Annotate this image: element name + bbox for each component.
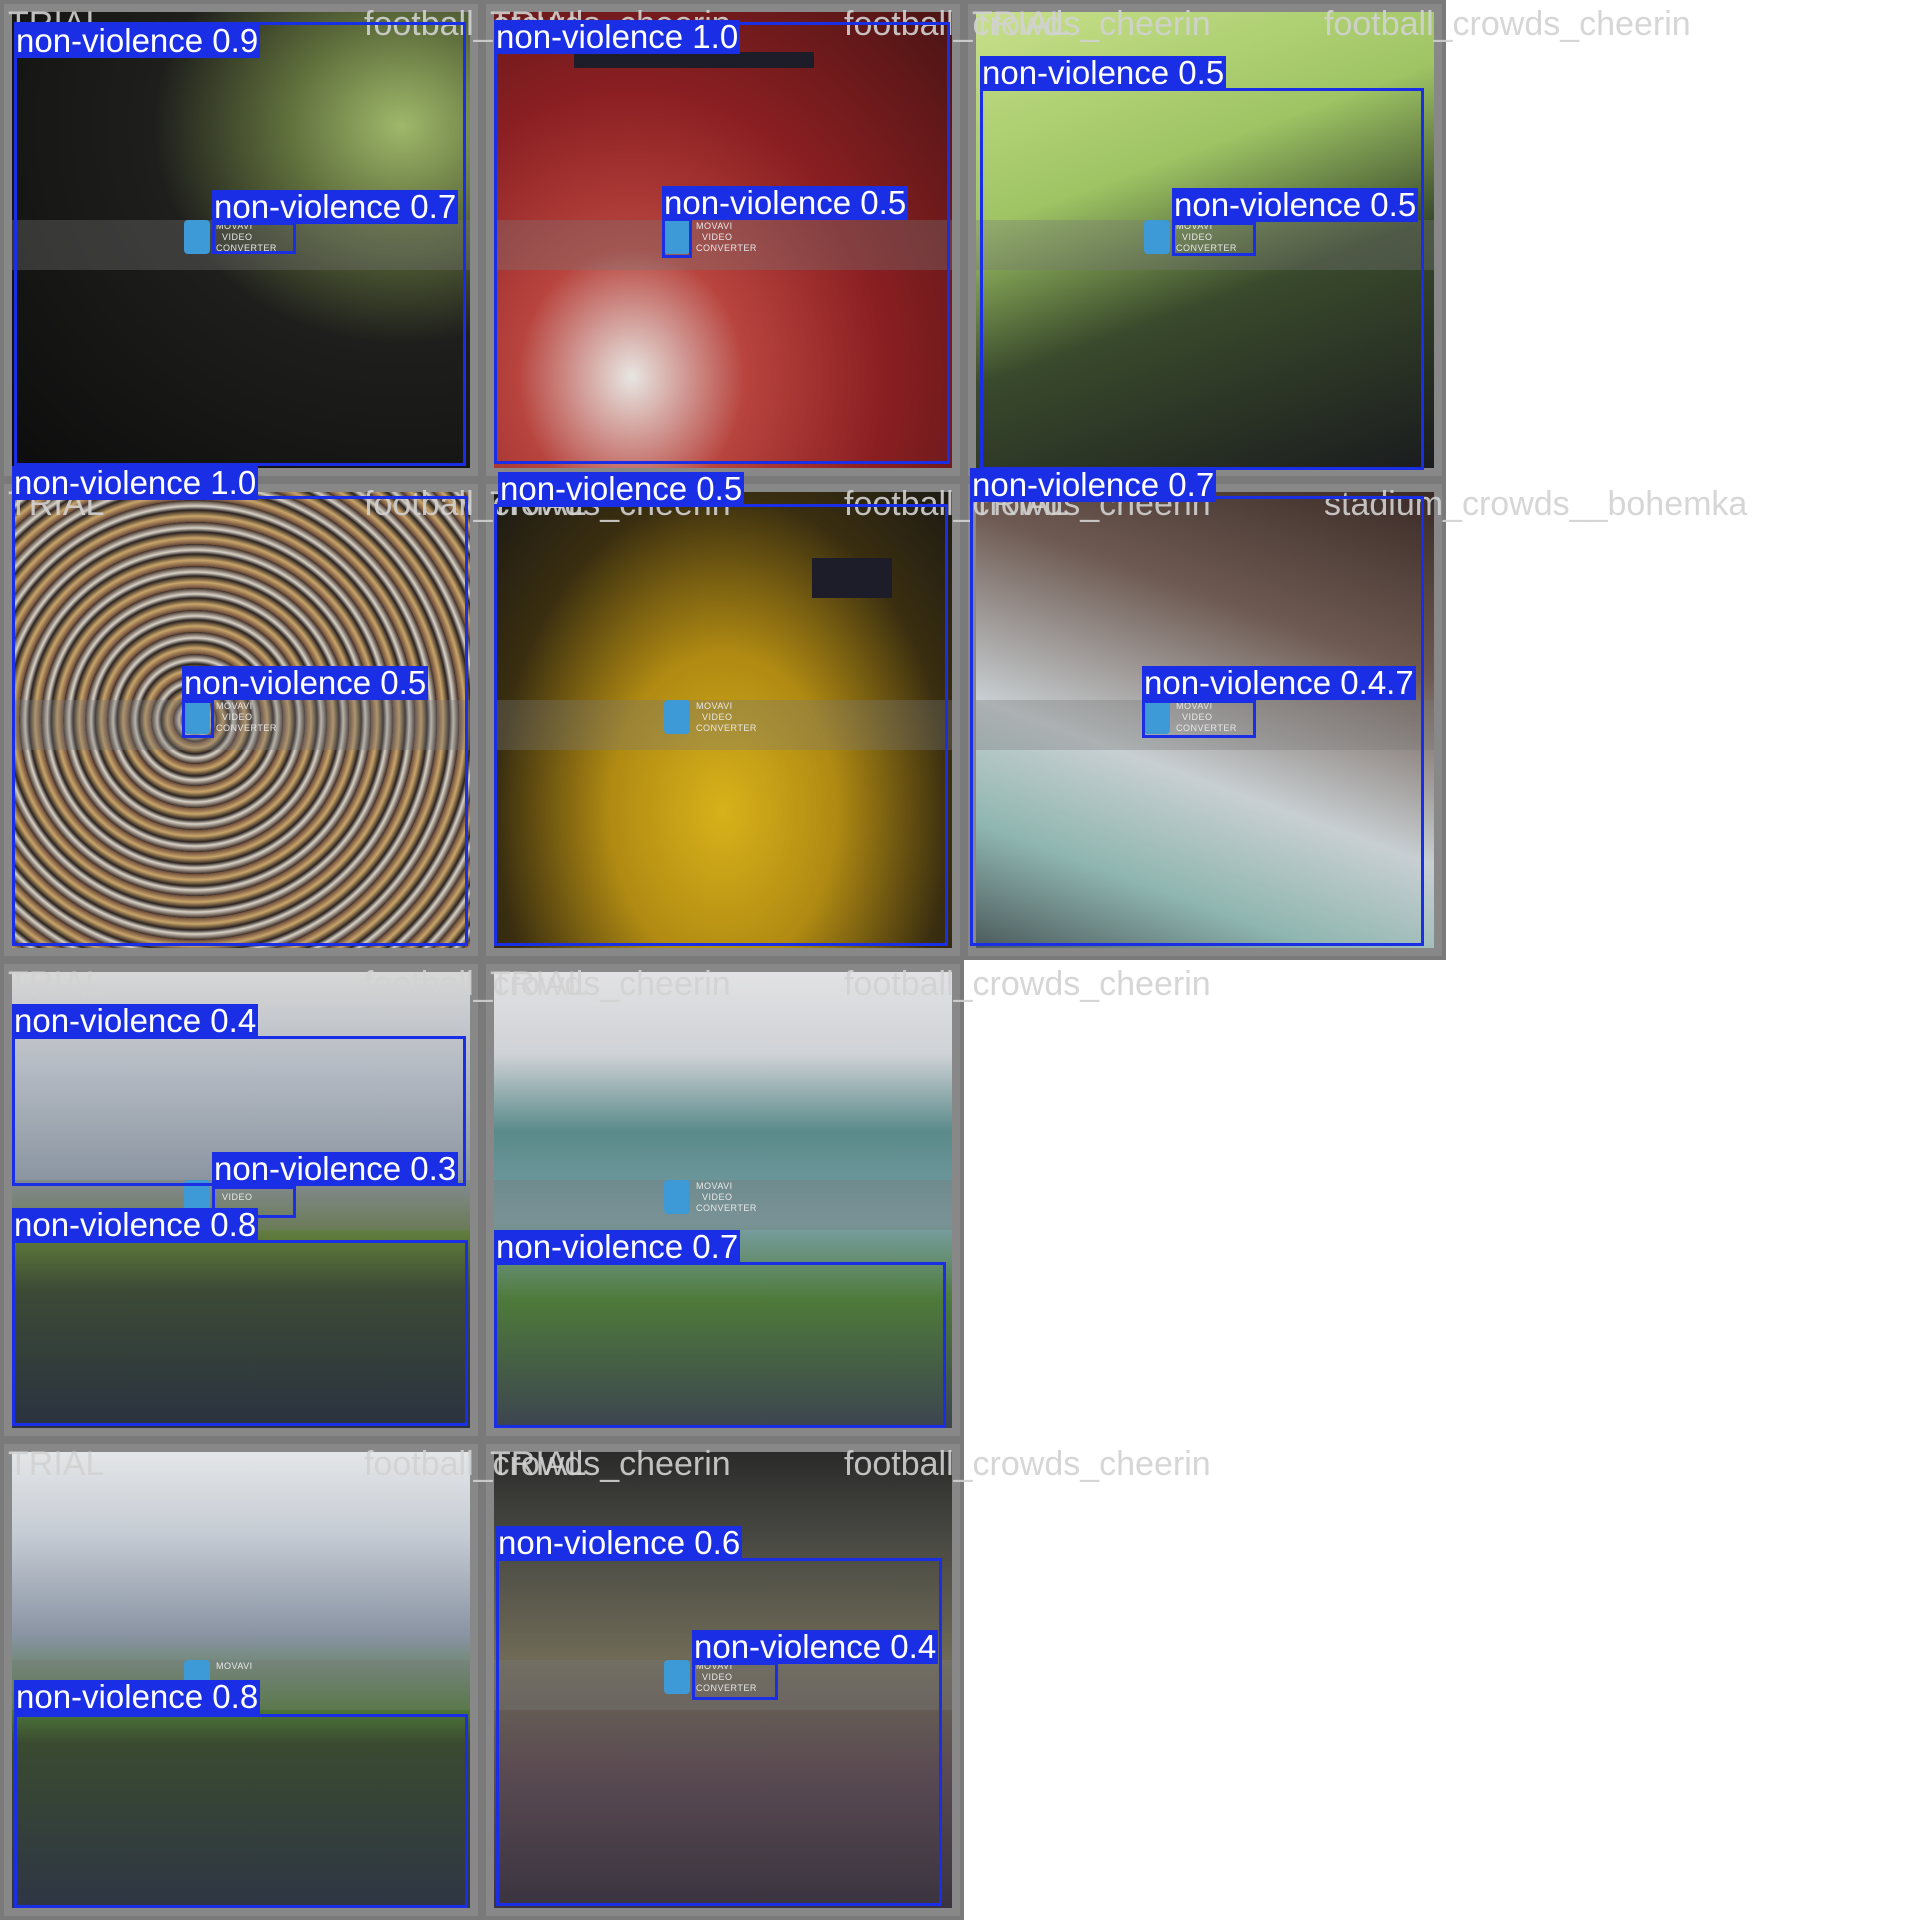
detection-label: non-violence 0.4 (692, 1628, 939, 1665)
movavi-logo-icon (664, 1180, 690, 1214)
detection-label: non-violence 0.5 (182, 664, 429, 701)
watermark-movavi: MOVAVI (696, 1181, 733, 1191)
trial-overlay: TRIAL (490, 1445, 587, 1483)
detection-box (494, 22, 950, 464)
detection-label: non-violence 0.3 (212, 1150, 459, 1187)
detection-label: non-violence 0.4 (12, 1002, 259, 1039)
trial-overlay: TRIAL (8, 1445, 105, 1483)
detection-label: non-violence 0.6 (496, 1524, 743, 1561)
detection-label: non-violence 0.7 (494, 1228, 741, 1265)
detection-box (692, 1662, 778, 1700)
detection-label: non-violence 0.8 (14, 1678, 261, 1715)
detection-box (662, 218, 692, 258)
trial-overlay: TRIAL (8, 965, 105, 1003)
detection-label: non-violence 0.7 (970, 466, 1217, 503)
detection-box (212, 222, 296, 254)
watermark-movavi: MOVAVI (216, 1661, 253, 1671)
detection-label: non-violence 0.5 (662, 184, 909, 221)
detection-box (12, 496, 468, 946)
detection-label: non-violence 1.0 (12, 464, 259, 501)
detection-box (496, 1558, 942, 1906)
watermark-converter: CONVERTER (696, 1203, 757, 1213)
detection-label: non-violence 0.9 (14, 22, 261, 59)
detection-label: non-violence 1.0 (494, 18, 741, 55)
detection-label: non-violence 0.5 (980, 54, 1227, 91)
detection-box (494, 504, 948, 946)
trial-overlay: TRIAL (972, 5, 1069, 43)
detection-box (182, 700, 214, 738)
detection-label: non-violence 0.7 (212, 188, 459, 225)
detection-label: non-violence 0.4.7 (1142, 664, 1416, 701)
detection-box (1172, 222, 1256, 256)
filename-overlay: football_crowds_cheerin (844, 1445, 1211, 1483)
filename-overlay: football_crowds_cheerin (844, 965, 1211, 1003)
detection-label: non-violence 0.8 (12, 1206, 259, 1243)
filename-overlay: football_crowds_cheerin (1324, 5, 1691, 43)
detection-box (494, 1262, 946, 1428)
detection-mosaic: MOVAVI VIDEO CONVERTER MOVAVI VIDEO CONV… (0, 0, 1920, 1920)
detection-box (980, 88, 1424, 470)
trial-overlay: TRIAL (490, 965, 587, 1003)
detection-label: non-violence 0.5 (1172, 186, 1419, 223)
detection-box (14, 1714, 468, 1908)
detection-label: non-violence 0.5 (498, 470, 745, 507)
detection-box (12, 1240, 468, 1426)
detection-box (1142, 700, 1256, 738)
watermark-video: VIDEO (702, 1192, 733, 1202)
